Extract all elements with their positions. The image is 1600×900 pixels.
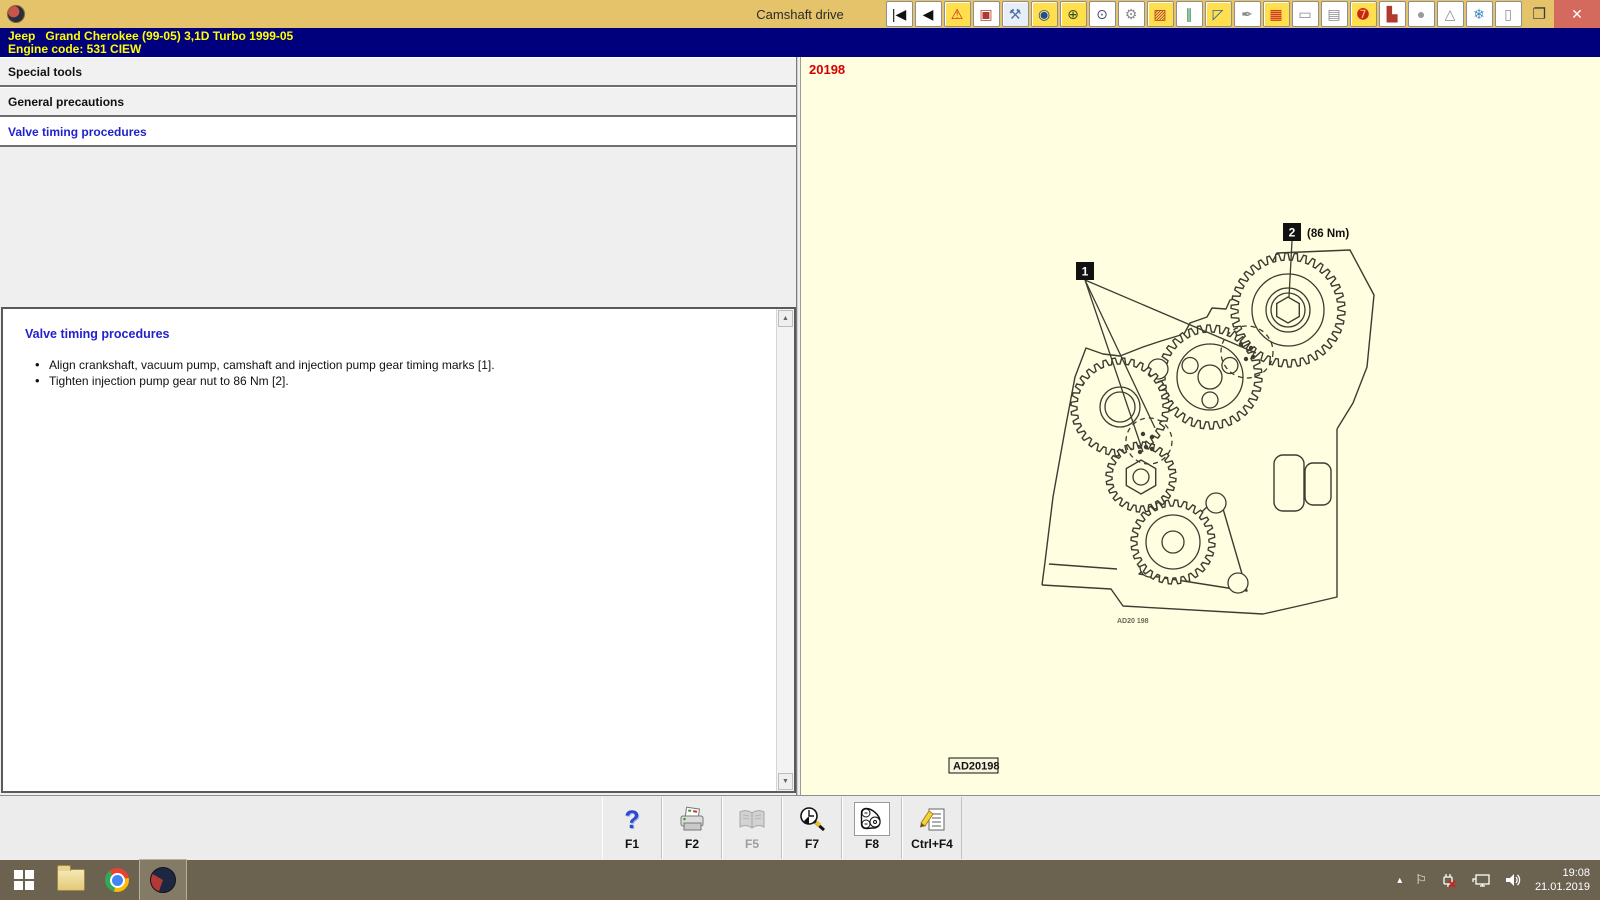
engine-cover-outline [1049,564,1117,569]
vehicle-model-line: Jeep Grand Cherokee (99-05) 3,1D Turbo 1… [8,30,1600,43]
callout-number: 1 [1082,265,1089,279]
figure-code-text: AD20198 [953,761,999,773]
content-scrollbar[interactable]: ▲ ▼ [776,309,794,791]
procedure-step: Align crankshaft, vacuum pump, camshaft … [49,357,777,373]
timing-mark-dot [1251,355,1255,359]
engine-code-line: Engine code: 531 CIEW [8,43,1600,56]
timing-mark-dot [1244,357,1248,361]
scroll-up-button[interactable]: ▲ [778,310,793,327]
procedure-steps: Align crankshaft, vacuum pump, camshaft … [3,357,777,389]
tray-time: 19:08 [1535,866,1590,880]
procedure-step: Tighten injection pump gear nut to 86 Nm… [49,373,777,389]
f8-drive-belt-button[interactable]: F8 [842,797,902,859]
windows-logo-icon [14,870,34,890]
engine-cover-outline [1274,455,1304,511]
diagram-small-code: AD20 198 [1117,618,1149,625]
chrome-icon [105,868,129,892]
volume-icon[interactable] [1504,871,1522,889]
scroll-down-button[interactable]: ▼ [778,773,793,790]
crankshaft-gear [1131,500,1215,584]
system-tray: ▴ ⚐ 19:08 21.01.2019 [1397,866,1600,894]
titlebar: Camshaft drive |◀◀⚠▣⚒◉⊕⊙⚙▨∥◸✒▦▭▤➐▙●△❄▯ ❐… [0,0,1600,28]
section-special-tools[interactable]: Special tools [0,57,796,87]
f2-print-button[interactable]: F2 [662,797,722,859]
file-explorer-button[interactable] [48,860,94,900]
callout-note: (86 Nm) [1307,228,1349,240]
ctrl-f4-notes-button[interactable]: Ctrl+F4 [902,797,962,859]
notes-icon [915,804,949,836]
timing-mark-dot [1150,447,1154,451]
topics-panel: Special tools General precautions Valve … [0,57,798,795]
folder-icon [57,869,85,891]
procedure-content-pane: Valve timing procedures Align crankshaft… [1,307,796,793]
callout-leader-line [1085,280,1256,353]
figure-reference-number: 20198 [809,62,845,77]
vehicle-header: Jeep Grand Cherokee (99-05) 3,1D Turbo 1… [0,28,1600,57]
autodata-app-button[interactable] [140,860,186,900]
callout-number: 2 [1289,226,1296,240]
inspect-icon [795,804,829,836]
main-area: Special tools General precautions Valve … [0,57,1600,795]
section-valve-timing-procedures[interactable]: Valve timing procedures [0,117,796,147]
autodata-icon [150,867,176,893]
section-general-precautions[interactable]: General precautions [0,87,796,117]
device-plug-error-icon[interactable] [1440,871,1458,889]
chrome-button[interactable] [94,860,140,900]
timing-mark-dot [1141,432,1145,436]
window-title: Camshaft drive [0,7,1600,22]
taskbar: ▴ ⚐ 19:08 21.01.2019 [0,860,1600,900]
tray-date: 21.01.2019 [1535,880,1590,894]
f7-inspect-button[interactable]: F7 [782,797,842,859]
camshaft-drive-diagram: 1 2 (86 Nm) AD20 198 AD20198 [801,57,1600,795]
start-button[interactable] [0,860,48,900]
manuals-icon [735,804,769,836]
timing-mark-dot [1150,435,1154,439]
timing-mark-dot [1144,445,1148,449]
drive-belt-icon [854,802,890,836]
function-key-bar: ? F1 F2 [0,795,1600,861]
figure-panel: 1 2 (86 Nm) AD20 198 AD20198 20198 [800,57,1600,795]
help-icon: ? [615,804,649,836]
network-icon[interactable] [1471,871,1491,889]
timing-mark-dot [1138,450,1142,454]
action-center-flag-icon[interactable]: ⚐ [1415,872,1427,888]
engine-cover-outline [1305,463,1331,505]
procedure-heading: Valve timing procedures [25,327,777,341]
application-window: Camshaft drive |◀◀⚠▣⚒◉⊕⊙⚙▨∥◸✒▦▭▤➐▙●△❄▯ ❐… [0,0,1600,900]
taskbar-clock[interactable]: 19:08 21.01.2019 [1535,866,1590,894]
tray-expand-icon[interactable]: ▴ [1397,875,1402,886]
print-icon [675,804,709,836]
f1-help-button[interactable]: ? F1 [602,797,662,859]
f5-manuals-button[interactable]: F5 [722,797,782,859]
engine-cover-outline [1042,430,1065,585]
